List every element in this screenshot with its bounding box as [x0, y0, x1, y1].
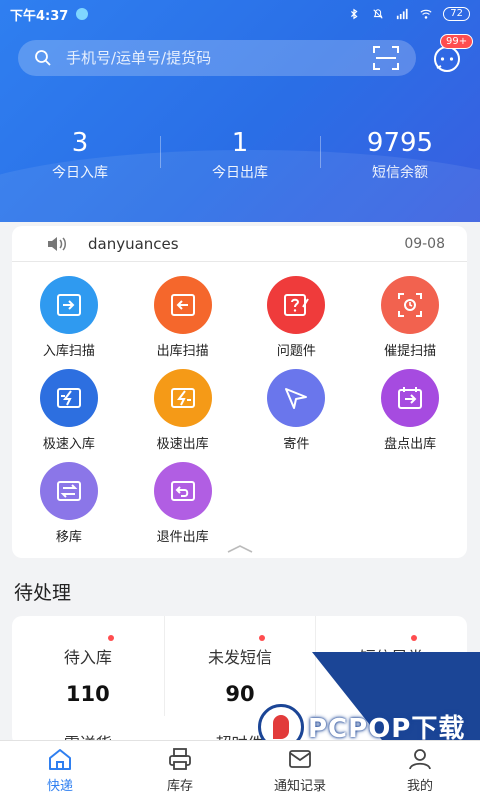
- action-fast-in[interactable]: 极速入库: [12, 369, 126, 452]
- collapse-chevron-icon[interactable]: [226, 544, 254, 554]
- scan-in-icon: [39, 276, 98, 334]
- pending-card: 待入库 110 未发短信 90 短信异常 需送货 超时件: [12, 616, 467, 746]
- tab-label: 库存: [166, 779, 193, 794]
- notice-date: 09-08: [404, 235, 445, 252]
- action-grid: 入库扫描 出库扫描 问题件 催提扫描 极速入库 极速出库 寄件 盘点出库 移库 …: [12, 262, 467, 545]
- battery-indicator: 72: [443, 7, 470, 21]
- action-label: 盘点出库: [384, 437, 437, 452]
- action-scan-out[interactable]: 出库扫描: [126, 276, 240, 359]
- transfer-icon: [39, 462, 98, 520]
- pending-section-title: 待处理: [14, 582, 72, 604]
- notice-bar[interactable]: danyuances 09-08: [12, 226, 467, 262]
- action-label: 极速出库: [156, 437, 209, 452]
- fast-in-icon: [39, 369, 98, 427]
- return-icon: [153, 462, 212, 520]
- stat-label: 短信余额: [372, 165, 428, 181]
- pending-sms-error[interactable]: 短信异常: [315, 616, 467, 716]
- printer-icon: [169, 748, 191, 770]
- header-banner: 下午4:37 72 99+ 3 今日入库 1 今日出库 9795 短信余额: [0, 0, 480, 222]
- status-bar: 下午4:37 72: [0, 0, 480, 28]
- action-label: 极速入库: [42, 437, 95, 452]
- action-label: 寄件: [283, 437, 310, 452]
- pending-label: 未发短信: [207, 648, 272, 667]
- action-send[interactable]: 寄件: [240, 369, 354, 452]
- pending-value: 90: [225, 682, 255, 706]
- search-input[interactable]: [66, 49, 336, 67]
- pending-label: 待入库: [63, 648, 112, 667]
- tab-express[interactable]: 快递: [0, 741, 120, 800]
- action-label: 移库: [55, 530, 82, 545]
- signal-icon: [397, 8, 408, 20]
- alarm-icon: [381, 276, 440, 334]
- status-time: 下午4:37: [10, 8, 69, 24]
- tab-mine[interactable]: 我的: [360, 741, 480, 800]
- user-icon: [409, 749, 431, 770]
- scan-icon[interactable]: [372, 45, 400, 71]
- red-dot-indicator: [107, 635, 114, 641]
- pending-to-store[interactable]: 待入库 110: [12, 616, 164, 716]
- action-label: 问题件: [276, 344, 316, 359]
- stat-value: 3: [71, 128, 89, 158]
- tab-label: 快递: [46, 779, 73, 794]
- action-inventory-out[interactable]: 盘点出库: [353, 369, 467, 452]
- stats-row: 3 今日入库 1 今日出库 9795 短信余额: [0, 128, 480, 182]
- action-problem[interactable]: 问题件: [240, 276, 354, 359]
- pending-unsent-sms[interactable]: 未发短信 90: [163, 616, 316, 716]
- pending-label: 短信异常: [359, 648, 424, 667]
- action-label: 出库扫描: [156, 344, 209, 359]
- mute-icon: [373, 9, 383, 19]
- tab-notifications[interactable]: 通知记录: [240, 741, 360, 800]
- action-fast-out[interactable]: 极速出库: [126, 369, 240, 452]
- home-icon: [49, 749, 71, 770]
- search-bar[interactable]: [18, 40, 416, 76]
- actions-card: danyuances 09-08 入库扫描 出库扫描 问题件 催提扫描 极速入库…: [12, 226, 467, 558]
- tab-label: 通知记录: [273, 779, 326, 794]
- pending-value: 110: [65, 682, 110, 706]
- action-label: 退件出库: [156, 530, 209, 545]
- tab-label: 我的: [406, 779, 433, 794]
- problem-icon: [267, 276, 326, 334]
- stat-label: 今日入库: [52, 165, 108, 181]
- bluetooth-icon: [351, 8, 358, 20]
- stat-sms-balance[interactable]: 9795 短信余额: [320, 128, 480, 182]
- message-badge: 99+: [440, 34, 474, 49]
- action-scan-in[interactable]: 入库扫描: [12, 276, 126, 359]
- app-notification-icon: [76, 8, 89, 20]
- bottom-tab-bar: 快递 库存 通知记录 我的: [0, 740, 480, 800]
- action-label: 入库扫描: [42, 344, 95, 359]
- inventory-icon: [381, 369, 440, 427]
- search-icon: [35, 50, 51, 66]
- stat-label: 今日出库: [212, 165, 268, 181]
- send-icon: [267, 369, 326, 427]
- red-dot-indicator: [411, 635, 417, 641]
- action-label: 催提扫描: [384, 344, 437, 359]
- tab-inventory[interactable]: 库存: [120, 741, 240, 800]
- speaker-icon: [48, 236, 66, 251]
- action-reminder-scan[interactable]: 催提扫描: [353, 276, 467, 359]
- action-return-out[interactable]: 退件出库: [126, 462, 240, 545]
- notice-user: danyuances: [88, 234, 179, 253]
- wifi-icon: [420, 9, 432, 19]
- mail-icon: [289, 750, 311, 768]
- scan-out-icon: [153, 276, 212, 334]
- stat-value: 9795: [366, 128, 434, 158]
- stat-today-out[interactable]: 1 今日出库: [160, 128, 320, 182]
- stat-value: 1: [231, 128, 249, 158]
- fast-out-icon: [153, 369, 212, 427]
- stat-today-in[interactable]: 3 今日入库: [0, 128, 160, 182]
- red-dot-indicator: [259, 635, 266, 641]
- action-transfer[interactable]: 移库: [12, 462, 126, 545]
